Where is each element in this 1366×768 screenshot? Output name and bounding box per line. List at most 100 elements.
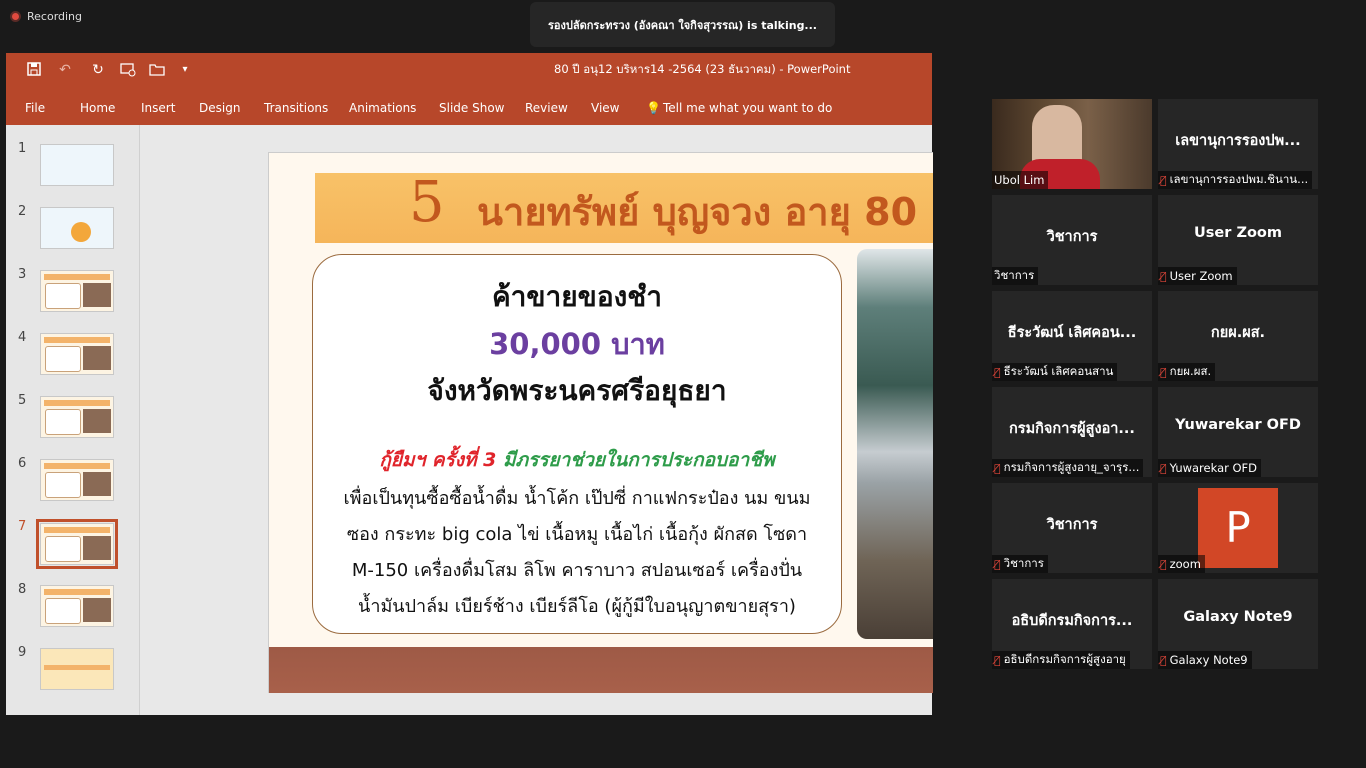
document-title: 80 ปี อนุ12 บริหาร14 -2564 (23 ธันวาคม) … [554,62,851,76]
thumbnail-number: 4 [18,330,27,345]
participant-name: วิชาการ [1046,517,1098,533]
slide-thumbnail-6[interactable] [40,459,114,501]
active-speaker-banner: รองปลัดกระทรวง (อังคณา ใจกิจสุวรรณ) is t… [530,2,835,47]
participant-name: Galaxy Note9 [1183,609,1293,625]
participant-label: 🎙̸ กรมกิจการผู้สูงอายุ_จารุร... [992,459,1144,477]
participant-tile[interactable]: กรมกิจการผู้สูงอา... 🎙̸ กรมกิจการผู้สูงอา… [992,387,1152,477]
participant-tile[interactable]: วิชาการ 🎙̸ วิชาการ [992,483,1152,573]
tab-insert[interactable]: Insert [141,101,175,115]
thumbnail-number: 9 [18,645,27,660]
spouse-help: มีภรรยาช่วยในการประกอบอาชีพ [503,449,775,471]
slide-info-card: ค้าขายของชำ 30,000 บาท จังหวัดพระนครศรีอ… [312,254,842,634]
thumbnail-number: 6 [18,456,27,471]
participant-label: 🎙̸ วิชาการ [992,555,1048,573]
tab-home[interactable]: Home [80,101,115,115]
muted-mic-icon: 🎙̸ [1160,365,1167,379]
participant-tile[interactable]: วิชาการ วิชาการ [992,195,1152,285]
description-line: น้ำมันปาล์ม เบียร์ช้าง เบียร์ลีโอ (ผู้กู… [358,596,796,617]
tab-design[interactable]: Design [199,101,240,115]
slide-item-number: 5 [409,170,445,235]
present-icon[interactable] [119,61,137,79]
participant-name: User Zoom [1194,225,1282,241]
participant-name: อธิบดีกรมกิจการ... [1011,613,1133,629]
slide-thumbnail-8[interactable] [40,585,114,627]
slide-thumbnail-2[interactable] [40,207,114,249]
participant-tile[interactable]: อธิบดีกรมกิจการ... 🎙̸ อธิบดีกรมกิจการผู้ส… [992,579,1152,669]
participant-tile[interactable]: Yuwarekar OFD 🎙̸ Yuwarekar OFD [1158,387,1318,477]
province: จังหวัดพระนครศรีอยุธยา [427,374,727,407]
tab-view[interactable]: View [591,101,619,115]
tell-me-search[interactable]: Tell me what you want to do [663,101,832,115]
participant-name: กรมกิจการผู้สูงอา... [1009,421,1135,437]
title-bar: ↶ ↻ ▾ 80 ปี อนุ12 บริหาร14 -2564 (23 ธัน… [6,53,932,87]
participant-label: 🎙̸ เลขานุการรองปพม.ชินาน... [1158,171,1313,189]
recording-label: Recording [27,10,83,23]
muted-mic-icon: 🎙̸ [994,557,1001,571]
muted-mic-icon: 🎙̸ [1160,557,1167,571]
participant-tile[interactable]: ธีระวัฒน์ เลิศคอน... 🎙̸ ธีระวัฒน์ เลิศคอน… [992,291,1152,381]
thumbnail-number: 1 [18,141,27,156]
business-type: ค้าขายของชำ [491,280,663,313]
participant-label: 🎙̸ อธิบดีกรมกิจการผู้สูงอายุ [992,651,1130,669]
customize-toolbar-icon[interactable]: ▾ [176,61,194,79]
tab-file[interactable]: File [25,101,45,115]
participant-label: วิชาการ [992,267,1039,285]
tab-slide-show[interactable]: Slide Show [439,101,504,115]
muted-mic-icon: 🎙̸ [994,461,1001,475]
participant-label: 🎙̸ Galaxy Note9 [1158,651,1252,669]
participant-name: กยผ.ผส. [1210,325,1266,341]
participant-tile[interactable]: Galaxy Note9 🎙̸ Galaxy Note9 [1158,579,1318,669]
slide-thumbnail-9[interactable] [40,648,114,690]
slide-thumbnail-5[interactable] [40,396,114,438]
loan-amount: 30,000 บาท [489,327,665,361]
participant-name: วิชาการ [1046,229,1098,245]
participant-label: 🎙̸ ธีระวัฒน์ เลิศคอนสาน [992,363,1118,381]
slide-thumbnail-7[interactable] [36,519,118,569]
powerpoint-window: ↶ ↻ ▾ 80 ปี อนุ12 บริหาร14 -2564 (23 ธัน… [6,53,933,715]
thumbnail-number: 5 [18,393,27,408]
thumbnail-number: 7 [18,519,27,534]
slide-thumbnail-4[interactable] [40,333,114,375]
description-line: M-150 เครื่องดื่มโสม ลิโพ คาราบาว สปอนเซ… [351,560,803,581]
lightbulb-icon: 💡 [646,101,661,115]
muted-mic-icon: 🎙̸ [994,365,1001,379]
recording-icon [10,11,21,22]
participant-tile[interactable]: เลขานุการรองปพ... 🎙̸ เลขานุการรองปพม.ชินา… [1158,99,1318,189]
slide-thumbnail-3[interactable] [40,270,114,312]
ribbon-tabs: File Home Insert Design Transitions Anim… [6,87,932,125]
active-speaker-text: รองปลัดกระทรวง (อังคณา ใจกิจสุวรรณ) is t… [548,18,817,32]
participant-tile[interactable]: กยผ.ผส. 🎙̸ กยผ.ผส. [1158,291,1318,381]
tab-animations[interactable]: Animations [349,101,416,115]
redo-icon[interactable]: ↻ [89,61,107,79]
description-line: ซอง กระทะ big cola ไข่ เนื้อหมู เนื้อไก่… [346,524,808,545]
participant-name: ธีระวัฒน์ เลิศคอน... [1007,325,1137,341]
muted-mic-icon: 🎙̸ [1160,173,1167,187]
thumbnail-number: 2 [18,204,27,219]
tab-review[interactable]: Review [525,101,568,115]
open-folder-icon[interactable] [148,61,166,79]
save-icon[interactable] [25,61,43,79]
slide-person-name: นายทรัพย์ บุญจวง อายุ 80 [477,190,918,234]
muted-mic-icon: 🎙̸ [1160,461,1167,475]
tab-transitions[interactable]: Transitions [264,101,328,115]
muted-mic-icon: 🎙̸ [1160,269,1167,283]
participant-label: Ubol Lim [992,171,1049,189]
participant-tile[interactable]: P 🎙̸ zoom [1158,483,1318,573]
participant-name: เลขานุการรองปพ... [1175,133,1301,149]
loan-note: กู้ยืมฯ ครั้งที่ 3 มีภรรยาช่วยในการประกอ… [313,445,841,475]
undo-icon[interactable]: ↶ [56,61,74,79]
participant-label: 🎙̸ กยผ.ผส. [1158,363,1216,381]
participant-tile[interactable]: Ubol Lim [992,99,1152,189]
recording-indicator[interactable]: Recording [10,10,82,23]
thumbnail-number: 3 [18,267,27,282]
slide-thumbnail-1[interactable] [40,144,114,186]
participant-label: 🎙̸ zoom [1158,555,1205,573]
slide-canvas[interactable]: 5 นายทรัพย์ บุญจวง อายุ 80 ค้าขายของชำ 3… [268,152,933,693]
participant-name: Yuwarekar OFD [1175,417,1301,433]
loan-round: กู้ยืมฯ ครั้งที่ 3 [379,449,497,471]
participant-label: 🎙̸ Yuwarekar OFD [1158,459,1262,477]
slide-thumbnail-pane: 1 2 3 4 5 6 7 8 9 [6,125,140,715]
muted-mic-icon: 🎙̸ [1160,653,1167,667]
participant-tile[interactable]: User Zoom 🎙̸ User Zoom [1158,195,1318,285]
shop-photo [857,249,933,639]
